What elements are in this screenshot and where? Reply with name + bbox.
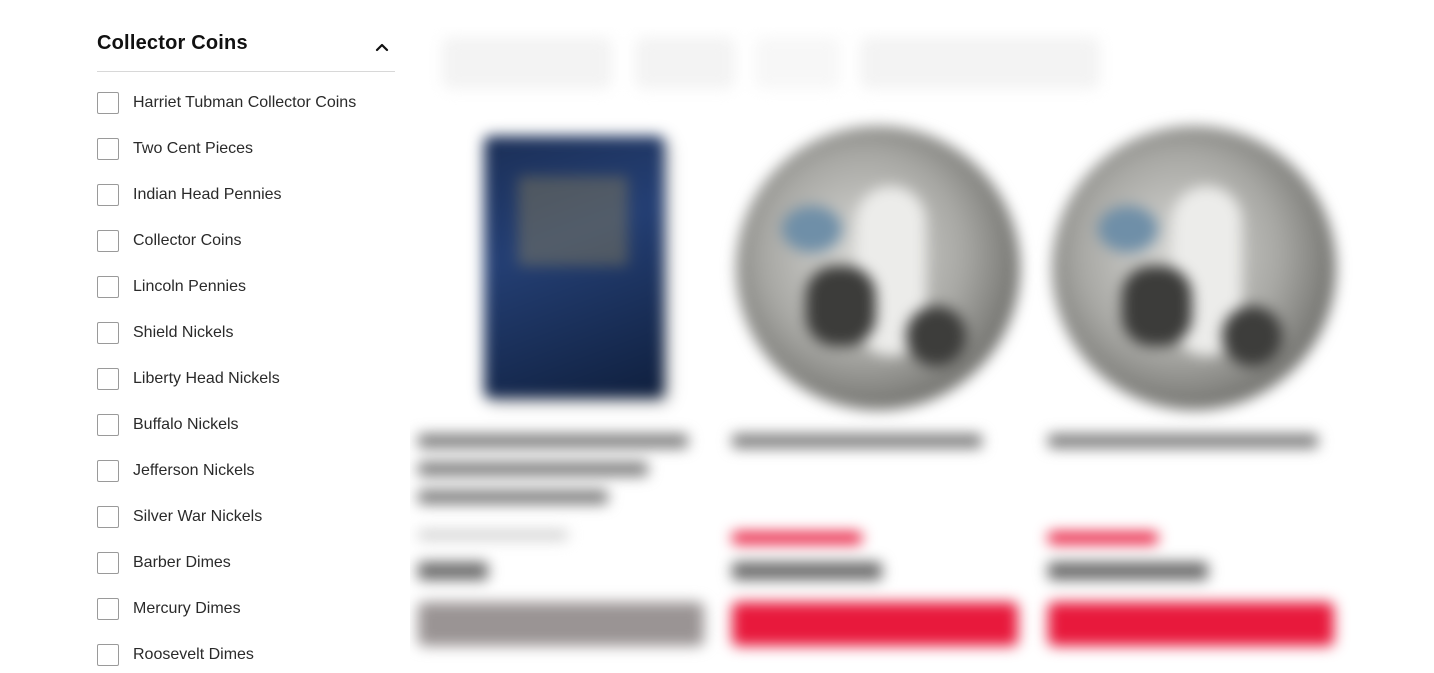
filter-option-label: Two Cent Pieces	[133, 140, 254, 157]
product-title-placeholder	[418, 434, 688, 448]
product-price-placeholder	[418, 562, 488, 580]
sale-tag-placeholder	[1048, 532, 1158, 544]
filter-option[interactable]: Harriet Tubman Collector Coins	[97, 92, 356, 114]
checkbox[interactable]	[97, 368, 119, 390]
filter-option[interactable]: Liberty Head Nickels	[97, 368, 280, 390]
filter-option[interactable]: Mercury Dimes	[97, 598, 241, 620]
product-price-placeholder	[732, 562, 882, 580]
view-chip[interactable]	[755, 37, 840, 89]
filter-section-title: Collector Coins	[97, 32, 248, 54]
filter-option[interactable]: Silver War Nickels	[97, 506, 262, 528]
add-to-cart-button-disabled[interactable]	[418, 602, 704, 646]
product-image[interactable]	[732, 122, 1022, 412]
checkbox[interactable]	[97, 92, 119, 114]
filter-option-label: Lincoln Pennies	[133, 278, 246, 295]
filter-option-label: Indian Head Pennies	[133, 186, 282, 203]
filter-option-label: Barber Dimes	[133, 554, 231, 571]
filter-option[interactable]: Indian Head Pennies	[97, 184, 282, 206]
checkbox[interactable]	[97, 138, 119, 160]
product-title-placeholder	[732, 434, 982, 448]
checkbox[interactable]	[97, 414, 119, 436]
filter-option-label: Liberty Head Nickels	[133, 370, 280, 387]
filter-option[interactable]: Lincoln Pennies	[97, 276, 246, 298]
filter-option-label: Harriet Tubman Collector Coins	[133, 94, 357, 111]
checkbox[interactable]	[97, 322, 119, 344]
filter-panel: Collector Coins Harriet Tubman Collector…	[97, 30, 395, 666]
product-image[interactable]	[1048, 122, 1338, 412]
filter-option-label: Buffalo Nickels	[133, 416, 239, 433]
filter-option-label: Jefferson Nickels	[133, 462, 255, 479]
add-to-cart-button[interactable]	[732, 602, 1018, 646]
coin-image	[1052, 126, 1336, 410]
chevron-up-icon[interactable]	[375, 40, 389, 54]
filter-option[interactable]: Buffalo Nickels	[97, 414, 239, 436]
sort-chip[interactable]	[442, 37, 612, 89]
checkbox[interactable]	[97, 230, 119, 252]
checkbox[interactable]	[97, 552, 119, 574]
add-to-cart-button[interactable]	[1048, 602, 1334, 646]
checkbox[interactable]	[97, 506, 119, 528]
checkbox[interactable]	[97, 644, 119, 666]
checkbox[interactable]	[97, 276, 119, 298]
checkbox[interactable]	[97, 598, 119, 620]
filter-option-label: Mercury Dimes	[133, 600, 241, 617]
filter-option-label: Roosevelt Dimes	[133, 646, 254, 663]
sale-tag-placeholder	[732, 532, 862, 544]
filter-option-label: Silver War Nickels	[133, 508, 263, 525]
product-image[interactable]	[418, 122, 708, 412]
checkbox[interactable]	[97, 184, 119, 206]
product-card[interactable]	[418, 122, 708, 662]
product-card[interactable]	[1048, 122, 1338, 662]
product-card[interactable]	[732, 122, 1022, 662]
product-title-placeholder	[1048, 434, 1318, 448]
filter-option[interactable]: Barber Dimes	[97, 552, 231, 574]
filter-option[interactable]: Roosevelt Dimes	[97, 644, 254, 666]
product-title-placeholder	[418, 462, 648, 476]
filter-option[interactable]: Collector Coins	[97, 230, 241, 252]
blurred-content	[410, 27, 1365, 663]
filter-chip[interactable]	[635, 37, 735, 89]
results-chip[interactable]	[860, 37, 1100, 89]
product-subtitle-placeholder	[418, 530, 568, 540]
filter-option[interactable]: Two Cent Pieces	[97, 138, 253, 160]
filter-section-header[interactable]: Collector Coins	[97, 30, 395, 72]
filter-option[interactable]: Shield Nickels	[97, 322, 233, 344]
filter-option[interactable]: Jefferson Nickels	[97, 460, 255, 482]
product-results-area	[410, 27, 1365, 663]
product-price-placeholder	[1048, 562, 1208, 580]
filter-option-label: Collector Coins	[133, 232, 242, 249]
coin-album-image	[484, 136, 664, 398]
coin-image	[736, 126, 1020, 410]
filter-option-label: Shield Nickels	[133, 324, 234, 341]
checkbox[interactable]	[97, 460, 119, 482]
product-title-placeholder	[418, 490, 608, 504]
